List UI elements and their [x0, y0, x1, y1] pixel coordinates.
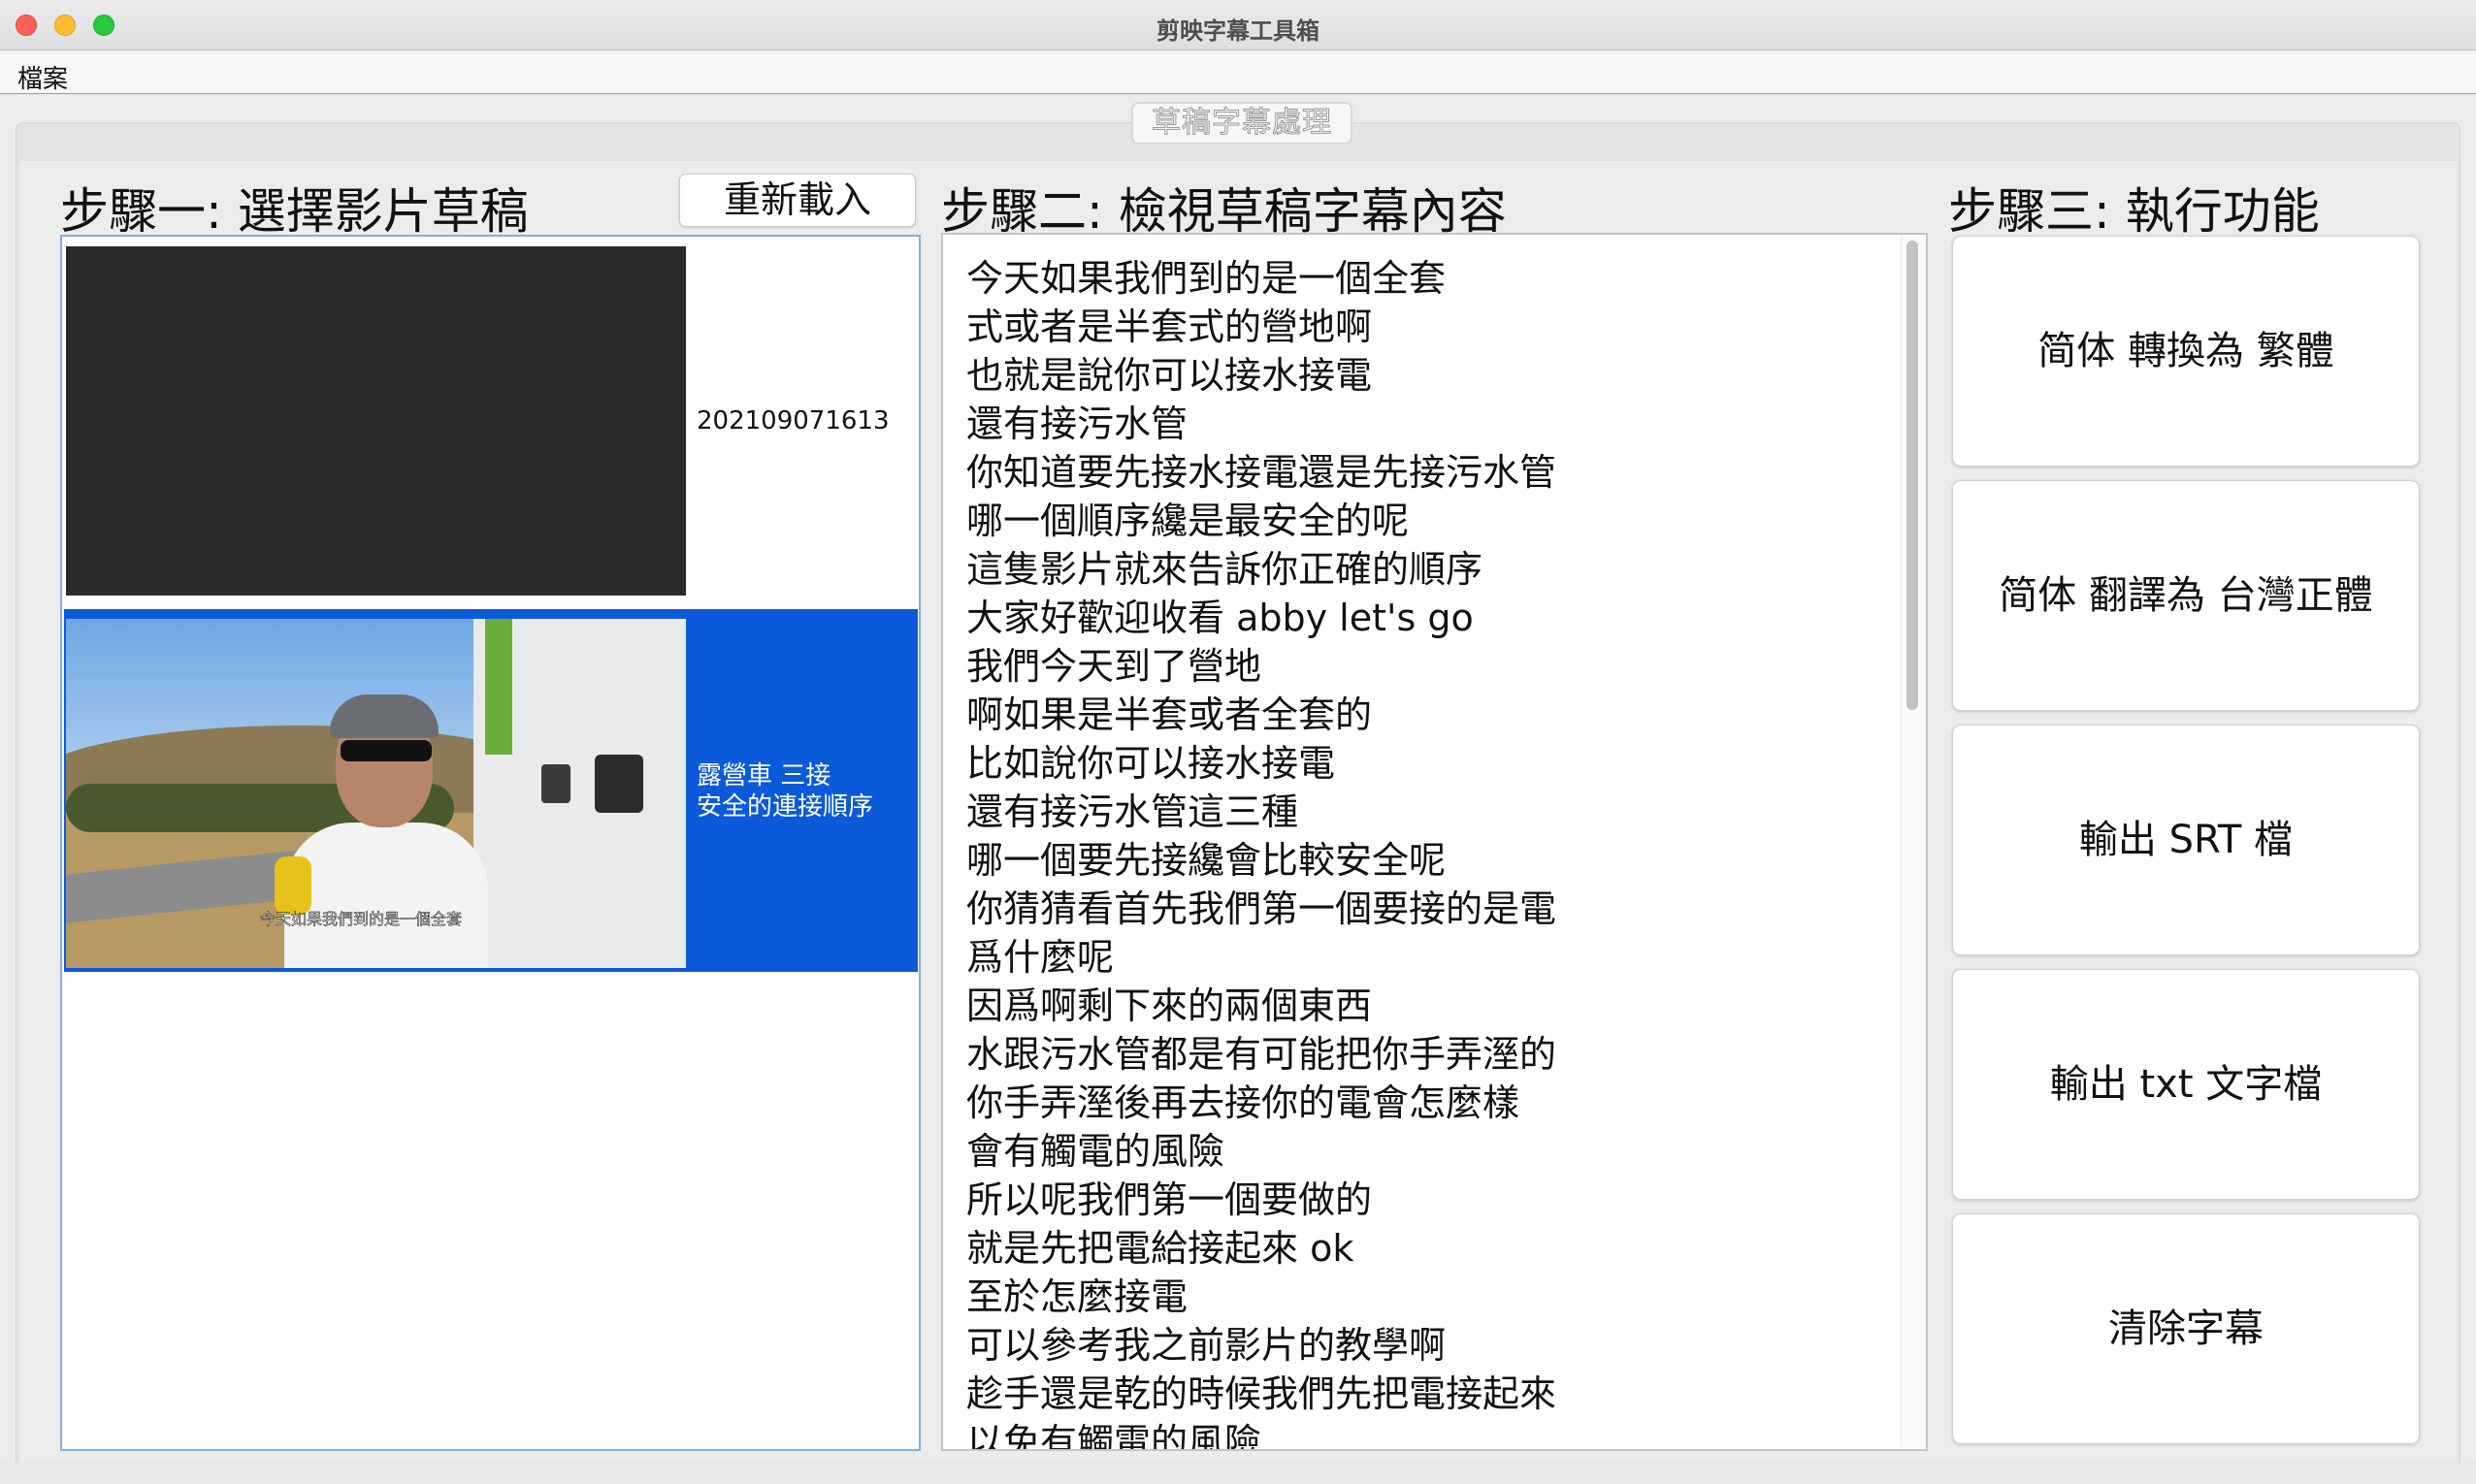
subtitle-line: 趁手還是乾的時候我們先把電接起來 [966, 1372, 1557, 1415]
subtitle-scroll-thumb[interactable] [1906, 241, 1918, 710]
subtitle-line: 水跟污水管都是有可能把你手弄溼的 [966, 1033, 1557, 1076]
convert-simplified-to-traditional-button[interactable]: 简体 轉換為 繁體 [1952, 236, 2420, 467]
subtitle-line: 至於怎麼接電 [966, 1275, 1189, 1318]
draft-title-line: 露營車 三接 [697, 761, 831, 790]
menu-file[interactable]: 檔案 [17, 59, 68, 95]
subtitle-line: 還有接污水管這三種 [966, 790, 1299, 833]
subtitle-line: 哪一個順序纔是最安全的呢 [966, 500, 1410, 542]
step3-heading: 步驟三: 執行功能 [1948, 183, 2320, 240]
draft-title: 露營車 三接 安全的連接順序 [697, 760, 873, 823]
subtitle-line: 也就是說你可以接水接電 [966, 354, 1373, 397]
menu-bar: 檔案 [0, 51, 2476, 94]
translate-to-taiwan-traditional-button[interactable]: 简体 翻譯為 台灣正體 [1952, 480, 2420, 711]
subtitle-line: 啊如果是半套或者全套的 [966, 694, 1373, 736]
reload-button[interactable]: 重新載入 [679, 174, 916, 227]
window-title: 剪映字幕工具箱 [1157, 17, 1319, 45]
subtitle-line: 比如說你可以接水接電 [966, 742, 1336, 785]
subtitle-line: 式或者是半套式的營地啊 [966, 306, 1373, 348]
draft-list-item[interactable]: 202109071613 [64, 237, 918, 599]
window-bottom-edge [0, 1463, 2476, 1484]
subtitle-line: 我們今天到了營地 [966, 645, 1262, 688]
draft-thumbnail [66, 246, 686, 596]
subtitle-text-area[interactable]: 今天如果我們到的是一個全套 式或者是半套式的營地啊 也就是說你可以接水接電 還有接污水… [941, 233, 1928, 1451]
export-txt-button[interactable]: 輸出 txt 文字檔 [1952, 969, 2420, 1200]
draft-title-line: 安全的連接順序 [697, 792, 874, 822]
subtitle-line: 你猜猜看首先我們第一個要接的是電 [966, 887, 1557, 930]
subtitle-line: 你知道要先接水接電還是先接污水管 [966, 451, 1557, 494]
subtitle-line: 可以參考我之前影片的教學啊 [966, 1324, 1447, 1367]
window-title-bar: 剪映字幕工具箱 [0, 0, 2476, 50]
subtitle-line: 今天如果我們到的是一個全套 [966, 257, 1447, 300]
subtitle-line: 大家好歡迎收看 abby let's go [966, 597, 1474, 639]
draft-thumbnail: 今天如果我們到的是一個全套 [66, 619, 686, 968]
subtitle-line: 你手弄溼後再去接你的電會怎麼樣 [966, 1081, 1520, 1124]
subtitle-lines: 今天如果我們到的是一個全套 式或者是半套式的營地啊 也就是說你可以接水接電 還有接污水… [966, 254, 1557, 1451]
subtitle-line: 這隻影片就來告訴你正確的順序 [966, 548, 1483, 591]
subtitle-line: 會有觸電的風險 [966, 1130, 1225, 1173]
subtitle-line: 就是先把電給接起來 ok [966, 1227, 1354, 1270]
subtitle-line: 還有接污水管 [966, 403, 1189, 445]
thumbnail-caption: 今天如果我們到的是一個全套 [260, 910, 463, 929]
step1-heading: 步驟一: 選擇影片草稿 [60, 183, 529, 240]
draft-list[interactable]: 202109071613 今天如果我們到的是一個全套 露營車 三接 安全的連接順… [60, 235, 921, 1451]
subtitle-line: 哪一個要先接纔會比較安全呢 [966, 839, 1447, 882]
export-srt-button[interactable]: 輸出 SRT 檔 [1952, 725, 2420, 955]
subtitle-line: 所以呢我們第一個要做的 [966, 1178, 1373, 1221]
draft-title-line: 202109071613 [697, 406, 890, 436]
subtitle-line: 以免有觸電的風險 [966, 1421, 1262, 1451]
subtitle-line: 因爲啊剩下來的兩個東西 [966, 984, 1373, 1027]
draft-title: 202109071613 [697, 405, 890, 436]
clear-subtitles-button[interactable]: 清除字幕 [1952, 1213, 2420, 1444]
draft-list-item-selected[interactable]: 今天如果我們到的是一個全套 露營車 三接 安全的連接順序 [64, 609, 918, 972]
tab-draft-subtitles[interactable]: 草稿字幕處理 [1131, 102, 1352, 145]
subtitle-line: 爲什麼呢 [966, 936, 1115, 979]
